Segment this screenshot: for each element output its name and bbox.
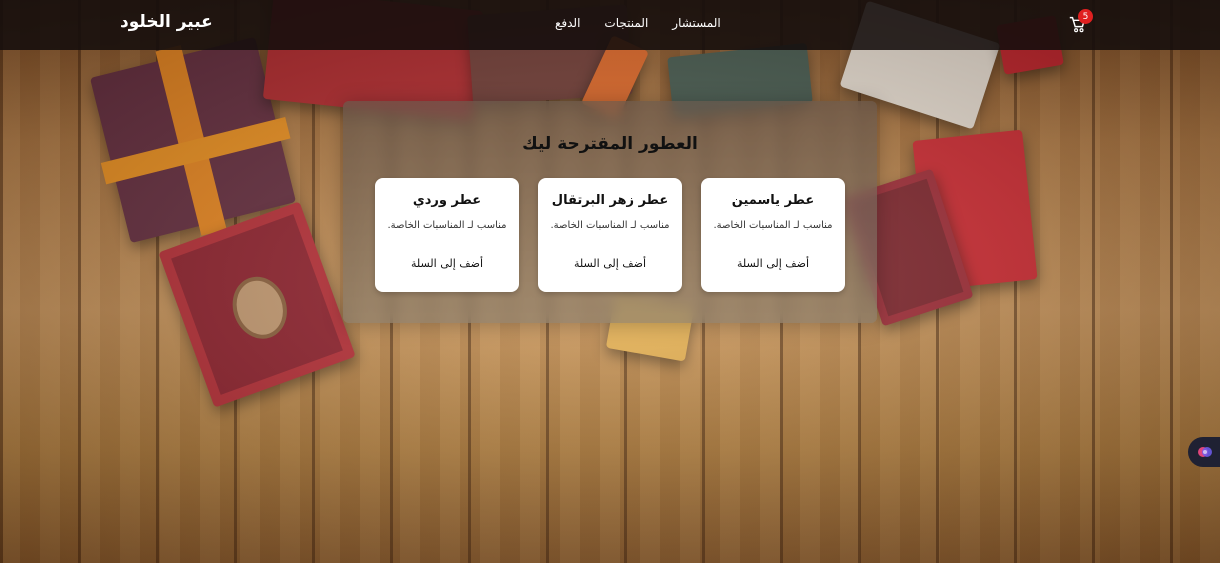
assistant-orb-icon	[1198, 447, 1212, 457]
add-to-cart-button[interactable]: أضف إلى السلة	[560, 254, 660, 272]
product-title: عطر زهر البرتقال	[551, 193, 669, 208]
product-card: عطر ياسمين مناسب لـ المناسبات الخاصة. أض…	[701, 178, 845, 292]
nav-link-products[interactable]: المنتجات	[604, 16, 648, 30]
add-to-cart-button[interactable]: أضف إلى السلة	[723, 254, 823, 272]
product-card: عطر زهر البرتقال مناسب لـ المناسبات الخا…	[538, 178, 682, 292]
assistant-widget-button[interactable]	[1188, 437, 1220, 467]
product-description: مناسب لـ المناسبات الخاصة.	[713, 220, 833, 231]
cart-count-badge: 5	[1078, 9, 1093, 24]
brand-logo[interactable]: عبير الخلود	[120, 12, 213, 32]
product-cards: عطر ياسمين مناسب لـ المناسبات الخاصة. أض…	[375, 178, 845, 292]
nav-link-checkout[interactable]: الدفع	[555, 16, 580, 30]
ring-box	[158, 201, 356, 408]
gift-box	[89, 36, 297, 244]
recommendations-panel: العطور المقترحة ليك عطر ياسمين مناسب لـ …	[343, 101, 877, 323]
recommendations-title: العطور المقترحة ليك	[522, 134, 698, 154]
add-to-cart-button[interactable]: أضف إلى السلة	[397, 254, 497, 272]
nav-link-advisor[interactable]: المستشار	[672, 16, 720, 30]
product-description: مناسب لـ المناسبات الخاصة.	[387, 220, 507, 231]
gift-box	[912, 129, 1038, 291]
product-title: عطر ياسمين	[731, 193, 815, 208]
nav-links: الدفع المنتجات المستشار	[555, 16, 721, 30]
navbar: عبير الخلود الدفع المنتجات المستشار 5	[0, 0, 1220, 50]
product-title: عطر وردي	[412, 193, 482, 208]
product-description: مناسب لـ المناسبات الخاصة.	[550, 220, 670, 231]
cart-button[interactable]: 5	[1068, 9, 1093, 36]
product-card: عطر وردي مناسب لـ المناسبات الخاصة. أضف …	[375, 178, 519, 292]
